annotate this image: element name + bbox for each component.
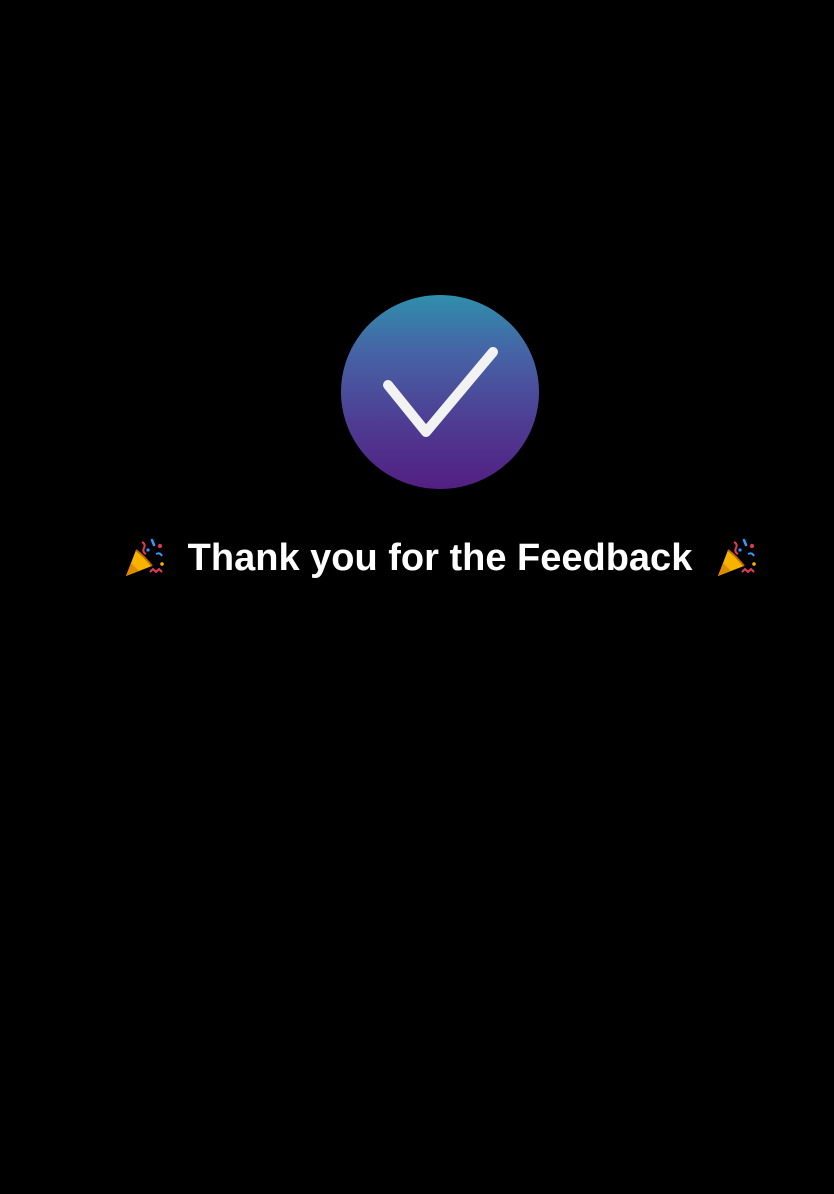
thank-you-text: Thank you for the Feedback	[187, 537, 693, 579]
party-popper-icon	[718, 538, 756, 576]
party-popper-icon	[126, 538, 164, 576]
thank-you-message: Thank you for the Feedback	[0, 528, 834, 588]
checkmark-icon	[383, 347, 498, 437]
feedback-confirmation-screen: Thank you for the Feedback	[0, 0, 834, 1194]
success-badge	[341, 295, 539, 489]
